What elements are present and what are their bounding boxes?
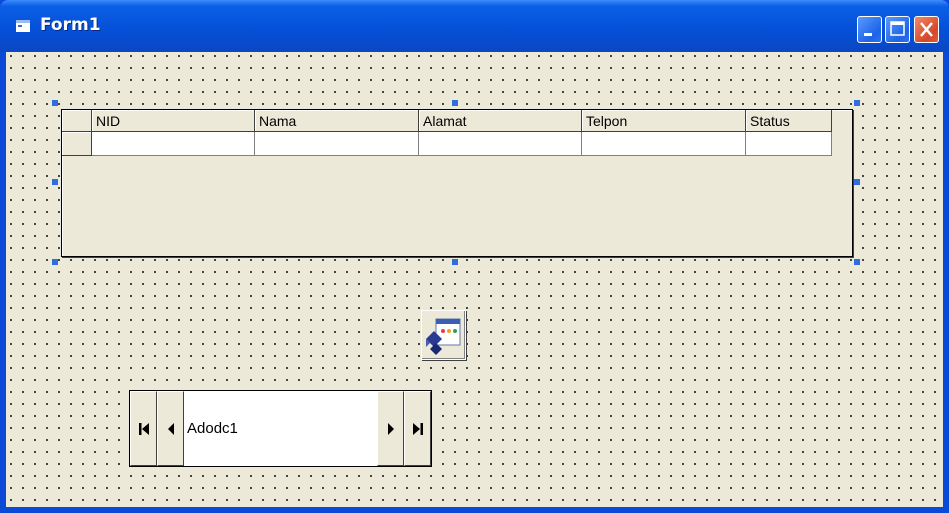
adodc-component-icon xyxy=(426,318,461,355)
move-previous-button[interactable] xyxy=(157,391,184,466)
grid-cell[interactable] xyxy=(746,132,832,156)
column-header[interactable]: Status xyxy=(746,110,832,132)
resize-handle-top-left[interactable] xyxy=(52,100,58,106)
row-selector[interactable] xyxy=(62,132,92,156)
maximize-button[interactable] xyxy=(885,16,910,43)
move-next-icon xyxy=(387,422,394,435)
form-window: Form1 NID Nama Alamat Telpon Status Adod… xyxy=(0,0,949,513)
close-icon xyxy=(920,22,933,37)
datagrid[interactable]: NID Nama Alamat Telpon Status xyxy=(61,109,853,257)
move-first-button[interactable] xyxy=(130,391,157,466)
resize-handle-top-right[interactable] xyxy=(854,100,860,106)
grid-cell[interactable] xyxy=(582,132,746,156)
adodc-caption: Adodc1 xyxy=(184,391,377,466)
column-header[interactable]: Alamat xyxy=(419,110,582,132)
resize-handle-left[interactable] xyxy=(52,179,58,185)
move-last-icon xyxy=(412,422,423,435)
close-button[interactable] xyxy=(914,16,939,43)
resize-handle-bottom[interactable] xyxy=(452,259,458,265)
minimize-button[interactable] xyxy=(857,16,882,43)
form-icon xyxy=(16,20,30,32)
window-title: Form1 xyxy=(40,15,101,35)
move-last-button[interactable] xyxy=(404,391,431,466)
column-header[interactable]: Telpon xyxy=(582,110,746,132)
column-header[interactable]: NID xyxy=(92,110,255,132)
resize-handle-bottom-right[interactable] xyxy=(854,259,860,265)
grid-cell[interactable] xyxy=(255,132,419,156)
move-first-icon xyxy=(138,422,149,435)
minimize-icon xyxy=(864,33,872,36)
move-previous-icon xyxy=(167,422,174,435)
column-header[interactable]: Nama xyxy=(255,110,419,132)
grid-cell[interactable] xyxy=(419,132,582,156)
maximize-icon xyxy=(890,21,905,36)
grid-corner-header xyxy=(62,110,92,132)
adodc-component[interactable] xyxy=(421,310,466,360)
resize-handle-right[interactable] xyxy=(854,179,860,185)
adodc-control[interactable]: Adodc1 xyxy=(129,390,432,467)
resize-handle-bottom-left[interactable] xyxy=(52,259,58,265)
move-next-button[interactable] xyxy=(377,391,404,466)
title-bar[interactable]: Form1 xyxy=(0,0,949,52)
grid-cell[interactable] xyxy=(92,132,255,156)
resize-handle-top[interactable] xyxy=(452,100,458,106)
